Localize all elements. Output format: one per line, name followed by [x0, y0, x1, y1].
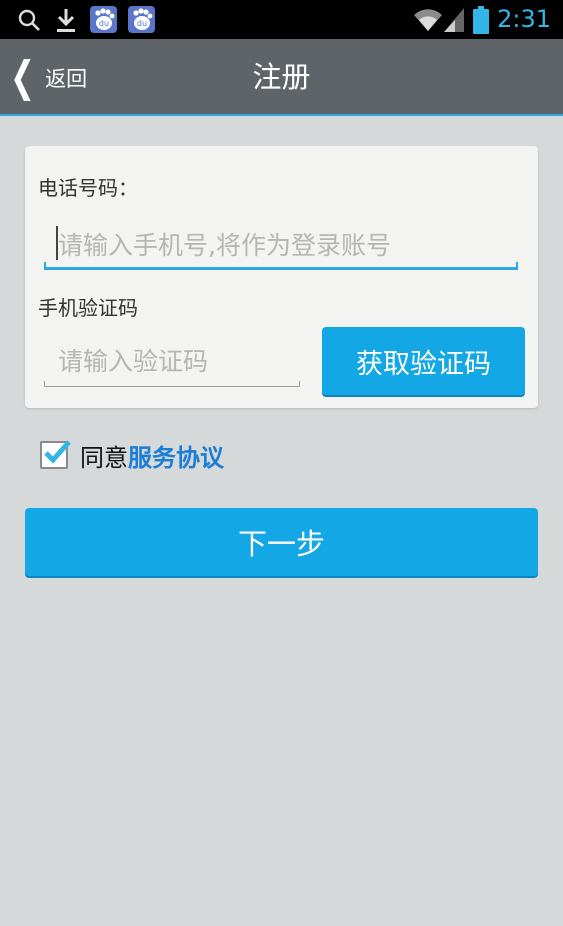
- agreement-checkbox[interactable]: [40, 440, 71, 469]
- agreement-row: 同意 服务协议: [40, 437, 224, 473]
- baidu-icon: du: [127, 0, 155, 39]
- code-label: 手机验证码: [38, 296, 138, 320]
- wifi-icon: [412, 0, 444, 39]
- search-icon: [16, 0, 42, 39]
- registration-form-card: 电话号码： 手机验证码 获取验证码: [25, 146, 538, 408]
- get-code-button[interactable]: 获取验证码: [322, 327, 525, 395]
- svg-text:du: du: [98, 19, 108, 28]
- svg-text:du: du: [136, 19, 146, 28]
- phone-input[interactable]: [44, 222, 518, 268]
- status-time: 2:31: [497, 5, 551, 33]
- code-input-underline: [44, 381, 300, 387]
- page-title: 注册: [252, 60, 311, 94]
- agreement-text: 同意: [80, 443, 128, 472]
- next-step-button[interactable]: 下一步: [25, 508, 538, 576]
- signal-icon: [443, 0, 465, 39]
- phone-input-underline: [44, 262, 518, 270]
- status-bar: du du 2:31: [0, 0, 563, 39]
- battery-icon: [471, 0, 491, 39]
- service-agreement-link[interactable]: 服务协议: [128, 438, 224, 473]
- checkmark-icon: [44, 440, 71, 464]
- verification-code-input[interactable]: [44, 338, 300, 384]
- text-cursor: [56, 226, 58, 260]
- download-icon: [54, 0, 78, 39]
- baidu-icon: du: [89, 0, 117, 39]
- title-bar: ❮ 返回 注册: [0, 39, 563, 116]
- phone-label: 电话号码：: [38, 176, 138, 200]
